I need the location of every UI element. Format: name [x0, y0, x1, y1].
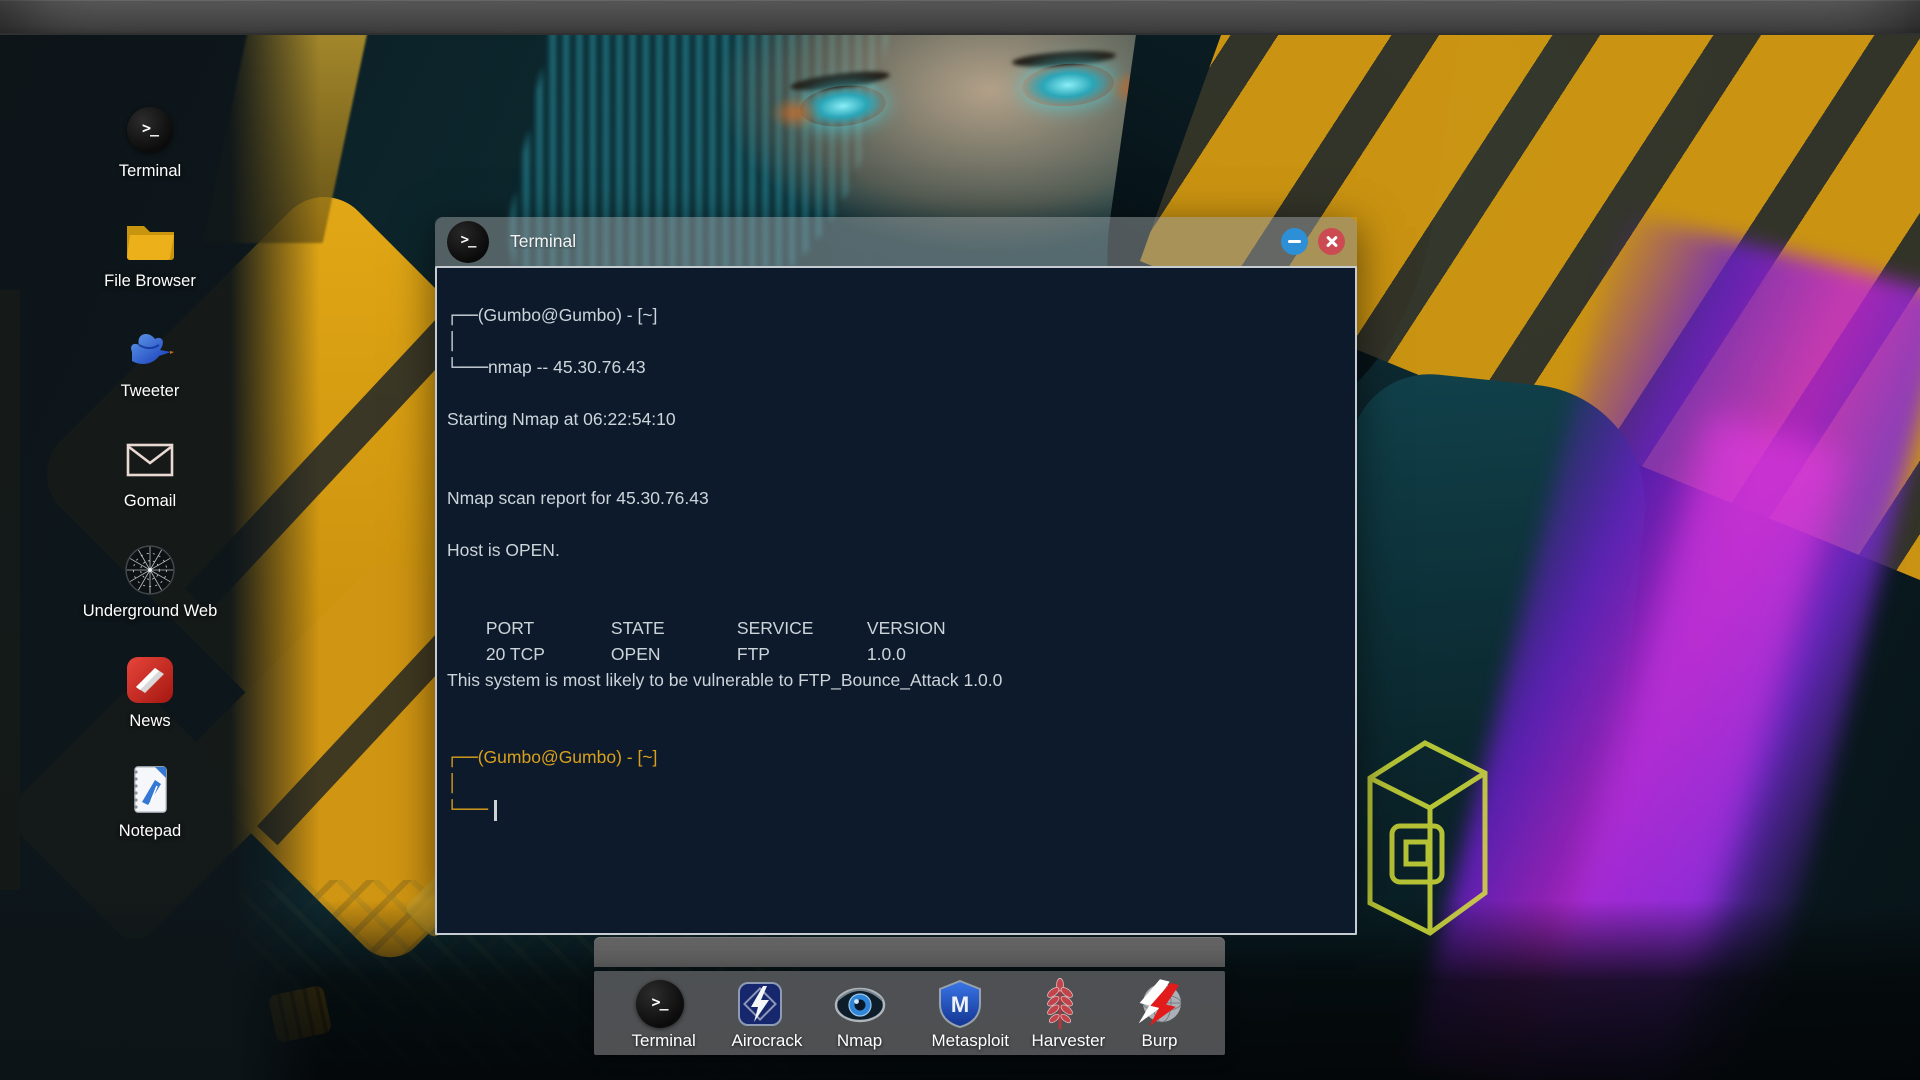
desktop-icon-tweeter[interactable]: Tweeter: [82, 322, 218, 401]
text-cursor: [493, 799, 497, 821]
terminal-glyph: >_: [141, 119, 159, 137]
terminal-line: This system is most likely to be vulnera…: [447, 670, 1003, 690]
terminal-prompt-line: │: [447, 328, 1341, 354]
desktop-icon-file-browser[interactable]: File Browser: [82, 212, 218, 291]
prompt-tree: └───: [447, 800, 488, 820]
shield-icon: M: [932, 979, 988, 1029]
window-title: Terminal: [510, 231, 577, 251]
desktop-icon-label: News: [129, 712, 171, 730]
terminal-output[interactable]: ┌──(Gumbo@Gumbo) - [~] │ └───nmap -- 45.…: [435, 266, 1357, 935]
desktop-icon-notepad[interactable]: Notepad: [82, 762, 218, 841]
terminal-line: Starting Nmap at 06:22:54:10: [447, 409, 676, 429]
desktop-icon-news[interactable]: News: [82, 652, 218, 731]
taskbar-strip: [594, 937, 1225, 967]
wallpaper-neon-cube: [1367, 740, 1488, 936]
table-header-cell: PORT: [485, 618, 535, 638]
terminal-line: Nmap scan report for 45.30.76.43: [447, 488, 709, 508]
dock-item-label: Burp: [1141, 1031, 1178, 1050]
terminal-glyph: >_: [460, 231, 477, 248]
dock-item-nmap[interactable]: Nmap: [832, 979, 888, 1055]
dock-item-airocrack[interactable]: Airocrack: [731, 979, 803, 1055]
scan-table-header: PORT STATE SERVICE VERSION: [447, 589, 1341, 638]
dock-item-label: Nmap: [836, 1031, 883, 1050]
prompt-tree: ┌──: [447, 748, 478, 768]
desktop-icon-label: File Browser: [104, 272, 196, 290]
prompt-user: (Gumbo@Gumbo) - [~]: [477, 747, 658, 767]
notepad-icon: [82, 762, 218, 818]
folder-icon: [82, 212, 218, 268]
desktop-icon-label: Notepad: [118, 822, 182, 840]
prompt-tree: ┌──: [447, 306, 478, 326]
terminal-window: >_ Terminal ┌──(Gumbo@Gumbo) - [~] │ └──…: [435, 217, 1357, 935]
terminal-icon: >_: [447, 220, 489, 263]
table-header-cell: VERSION: [866, 618, 946, 638]
desktop-icon-label: Underground Web: [82, 602, 218, 620]
bird-icon: [82, 322, 218, 378]
terminal-prompt-line: │: [447, 770, 1341, 796]
table-cell: FTP: [736, 644, 770, 664]
desktop-icon-label: Gomail: [123, 492, 177, 510]
dock-item-harvester[interactable]: Harvester: [1031, 978, 1106, 1055]
top-window-bar[interactable]: [0, 0, 1920, 35]
dock-item-label: Harvester: [1031, 1031, 1106, 1050]
table-cell: 1.0.0: [866, 644, 906, 664]
dock: >_ Terminal Airocrack Nmap M Metasploit …: [594, 971, 1225, 1055]
dock-item-terminal[interactable]: >_ Terminal: [631, 979, 696, 1055]
minimize-icon: [1288, 240, 1301, 243]
dock-item-label: Airocrack: [731, 1031, 803, 1050]
wallpaper-eye-makeup: [770, 96, 820, 130]
terminal-prompt-line: ┌──(Gumbo@Gumbo) - [~]: [447, 302, 1341, 328]
dock-item-burp[interactable]: Burp: [1132, 979, 1188, 1055]
command-text: nmap -- 45.30.76.43: [487, 357, 646, 377]
spiderweb-icon: [82, 542, 218, 598]
desktop-icon-label: Terminal: [118, 162, 182, 180]
minimize-button[interactable]: [1281, 228, 1308, 255]
table-cell: 20 TCP: [485, 644, 545, 664]
table-cell: OPEN: [610, 644, 661, 664]
table-header-cell: STATE: [610, 618, 665, 638]
prompt-user: (Gumbo@Gumbo) - [~]: [477, 305, 658, 325]
terminal-icon: >_: [127, 107, 173, 153]
terminal-prompt-line: ┌──(Gumbo@Gumbo) - [~]: [447, 744, 1341, 770]
prompt-tree: └───: [447, 358, 488, 378]
dock-item-label: Terminal: [631, 1031, 696, 1050]
lightning-square-icon: [732, 979, 788, 1029]
prompt-tree: │: [447, 332, 458, 352]
table-header-cell: SERVICE: [736, 618, 814, 638]
terminal-glyph: >_: [651, 993, 668, 1011]
bolt-globe-icon: [1132, 979, 1188, 1029]
desktop-icon-label: Tweeter: [120, 382, 180, 400]
desktop: >_ Terminal File Browser Tweeter Gomail …: [0, 0, 1920, 1080]
eye-icon: [832, 979, 888, 1029]
news-icon: [82, 652, 218, 708]
dock-item-label: Metasploit: [931, 1031, 1009, 1050]
desktop-icon-gomail[interactable]: Gomail: [82, 432, 218, 511]
terminal-icon: >_: [635, 980, 684, 1028]
wheat-icon: [1032, 978, 1088, 1030]
metasploit-letter: M: [950, 992, 968, 1017]
prompt-tree: │: [447, 774, 458, 794]
envelope-icon: [82, 432, 218, 488]
close-button[interactable]: [1318, 228, 1345, 255]
desktop-icon-terminal[interactable]: >_ Terminal: [82, 102, 218, 181]
dock-item-metasploit[interactable]: M Metasploit: [931, 979, 1009, 1055]
desktop-icon-underground-web[interactable]: Underground Web: [82, 542, 218, 621]
terminal-titlebar[interactable]: >_ Terminal: [435, 217, 1357, 266]
terminal-input-line[interactable]: └───: [447, 796, 1341, 822]
terminal-line: Host is OPEN.: [447, 540, 560, 560]
terminal-command-line: └───nmap -- 45.30.76.43: [447, 354, 1341, 380]
